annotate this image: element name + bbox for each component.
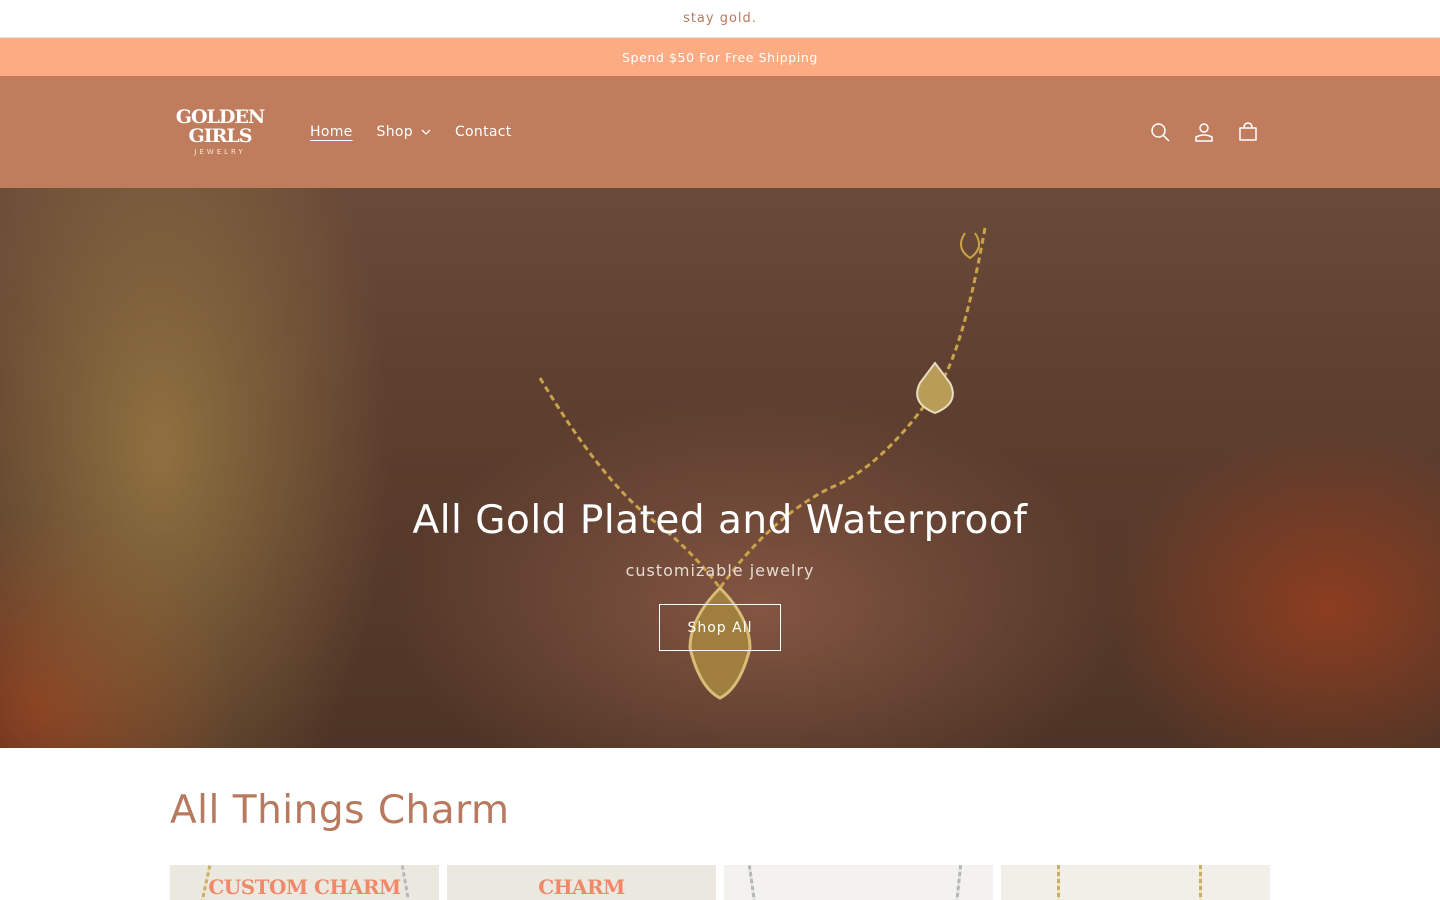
collection-card[interactable]: CHARM — [447, 865, 716, 900]
search-icon — [1151, 123, 1170, 142]
hero-title: All Gold Plated and Waterproof — [412, 498, 1028, 543]
collection-card[interactable] — [724, 865, 993, 900]
collection-card[interactable]: CUSTOM CHARM — [170, 865, 439, 900]
tagline: stay gold. — [683, 11, 757, 26]
account-button[interactable] — [1182, 110, 1226, 154]
cart-button[interactable] — [1226, 110, 1270, 154]
brand-logo[interactable]: GOLDEN GIRLS JEWELRY — [170, 104, 270, 160]
site-header: GOLDEN GIRLS JEWELRY Home Shop Contact — [0, 76, 1440, 188]
announcement-bar: Spend $50 For Free Shipping — [0, 38, 1440, 76]
logo-line-3: JEWELRY — [194, 148, 246, 156]
collection-cards: CUSTOM CHARM CHARM — [170, 865, 1270, 900]
cart-icon — [1239, 122, 1257, 141]
nav-item-home[interactable]: Home — [310, 124, 353, 140]
header-icons — [1138, 110, 1270, 154]
shop-all-button[interactable]: Shop All — [659, 604, 781, 651]
nav-item-shop[interactable]: Shop — [377, 124, 431, 140]
main-nav: Home Shop Contact — [310, 124, 536, 140]
hero-subtitle: customizable jewelry — [625, 561, 815, 580]
chain-image — [1199, 865, 1202, 900]
hero-content: All Gold Plated and Waterproof customiza… — [0, 498, 1440, 651]
search-button[interactable] — [1138, 110, 1182, 154]
chain-image — [1057, 865, 1060, 900]
nav-item-contact[interactable]: Contact — [455, 124, 512, 140]
chain-image — [747, 865, 760, 900]
collection-section: All Things Charm CUSTOM CHARM CHARM — [0, 748, 1440, 900]
chevron-down-icon — [421, 129, 431, 135]
top-bar: stay gold. — [0, 0, 1440, 38]
chain-image — [952, 865, 963, 900]
announcement-text: Spend $50 For Free Shipping — [622, 49, 818, 65]
nav-home-label: Home — [310, 124, 353, 140]
collection-card[interactable] — [1001, 865, 1270, 900]
hero-banner: All Gold Plated and Waterproof customiza… — [0, 188, 1440, 748]
hero-image — [538, 227, 987, 700]
logo-line-2: GIRLS — [188, 125, 253, 147]
account-icon — [1195, 123, 1213, 142]
section-title: All Things Charm — [170, 788, 510, 833]
card-label: CUSTOM CHARM — [208, 875, 401, 899]
card-label: CHARM — [538, 875, 625, 899]
nav-shop-label: Shop — [376, 124, 413, 140]
nav-contact-label: Contact — [454, 124, 512, 140]
